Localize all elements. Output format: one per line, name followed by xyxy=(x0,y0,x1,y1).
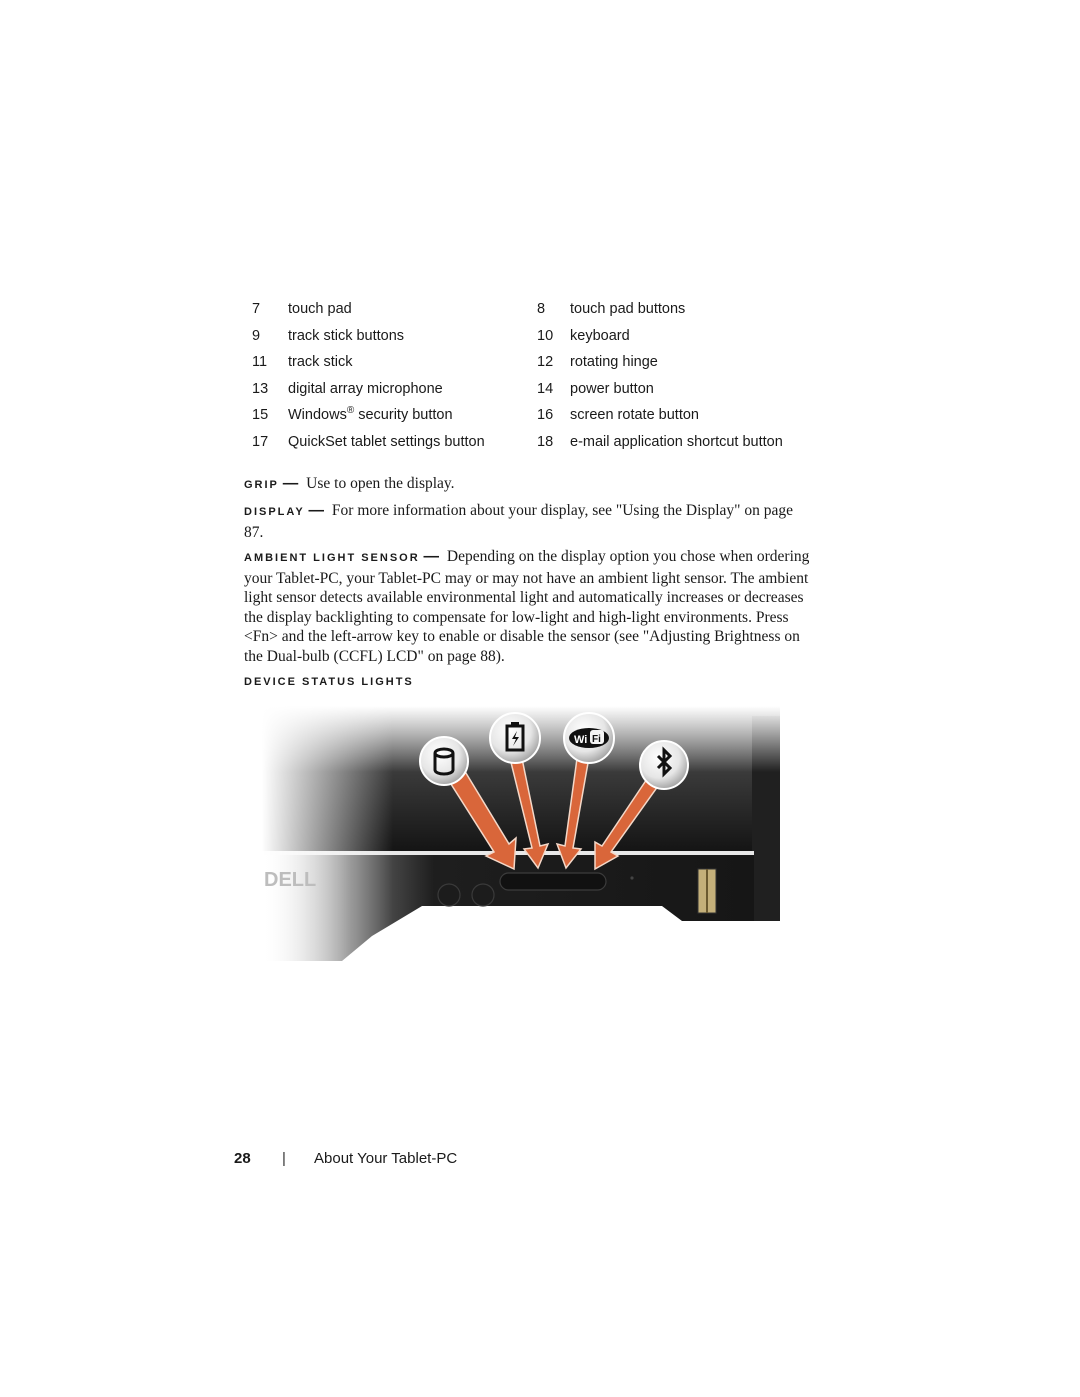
ambient-light-sensor-description: AMBIENT LIGHT SENSOR — Depending on the … xyxy=(244,547,814,666)
callout-label-windows: Windows® security button xyxy=(288,406,453,424)
callout-number: 10 xyxy=(537,327,554,344)
callout-number: 7 xyxy=(252,301,261,317)
wifi-text-wi: Wi xyxy=(574,734,587,746)
rotate-button xyxy=(471,883,495,907)
em-dash: — xyxy=(282,475,299,492)
callout-label: QuickSet tablet settings button xyxy=(288,433,485,450)
callout-number: 16 xyxy=(537,407,554,423)
callout-label: power button xyxy=(570,380,654,397)
em-dash: — xyxy=(423,548,440,565)
callout-label: track stick xyxy=(288,354,353,370)
device-status-lights-heading: DEVICE STATUS LIGHTS xyxy=(244,676,414,688)
callout-number: 18 xyxy=(537,433,554,450)
label-text: Windows xyxy=(288,407,347,423)
footer-separator: | xyxy=(282,1150,286,1167)
callout-legend: 7 touch pad 8 touch pad buttons 9 track … xyxy=(252,301,812,460)
callout-number: 8 xyxy=(537,301,546,317)
callout-number: 12 xyxy=(537,354,554,370)
callout-label: touch pad xyxy=(288,301,352,317)
wifi-bubble: Wi Fi xyxy=(563,712,615,764)
page-number: 28 xyxy=(234,1150,251,1167)
grip-text: Use to open the display. xyxy=(306,475,455,492)
callout-number: 15 xyxy=(252,407,269,423)
chapter-title: About Your Tablet-PC xyxy=(314,1150,458,1167)
callout-number: 11 xyxy=(252,354,268,370)
label-suffix: security button xyxy=(354,407,453,423)
term-ambient-light-sensor: AMBIENT LIGHT SENSOR xyxy=(244,552,420,564)
callout-label: rotating hinge xyxy=(570,354,658,370)
ambient-text: Depending on the display option you chos… xyxy=(244,548,810,665)
callout-label: keyboard xyxy=(570,327,630,344)
security-button xyxy=(437,883,461,907)
callout-label: screen rotate button xyxy=(570,407,699,423)
term-grip: GRIP xyxy=(244,479,279,491)
callout-number: 13 xyxy=(252,380,269,397)
figure-illustration: DELL Wi Fi xyxy=(262,706,786,970)
callout-label: touch pad buttons xyxy=(570,301,686,317)
callout-number: 14 xyxy=(537,380,554,397)
legend-row: 15 Windows® security button 16 screen ro… xyxy=(252,406,812,434)
brand-logo: DELL xyxy=(264,869,316,891)
wifi-icon: Wi Fi xyxy=(569,728,609,748)
hard-drive-bubble xyxy=(419,736,469,786)
battery-bubble xyxy=(489,712,541,764)
legend-row: 17 QuickSet tablet settings button 18 e-… xyxy=(252,434,812,461)
legend-row: 9 track stick buttons 10 keyboard xyxy=(252,328,812,355)
wifi-text-fi: Fi xyxy=(592,734,601,745)
callout-number: 17 xyxy=(252,433,269,450)
callout-label: digital array microphone xyxy=(288,380,443,397)
callout-label: e-mail application shortcut button xyxy=(570,433,783,450)
device-status-lights-figure: DELL Wi Fi xyxy=(262,706,786,970)
term-display: DISPLAY xyxy=(244,506,305,518)
bluetooth-bubble xyxy=(639,740,689,790)
status-light-bar xyxy=(499,872,607,891)
legend-row: 13 digital array microphone 14 power but… xyxy=(252,381,812,408)
display-description: DISPLAY — For more information about you… xyxy=(244,501,814,542)
grip-description: GRIP — Use to open the display. xyxy=(244,474,814,496)
display-text: For more information about your display,… xyxy=(244,502,793,541)
em-dash: — xyxy=(308,502,325,519)
ambient-sensor-dot xyxy=(630,876,634,880)
callout-label: track stick buttons xyxy=(288,327,405,344)
legend-row: 7 touch pad 8 touch pad buttons xyxy=(252,301,812,328)
callout-number: 9 xyxy=(252,327,261,344)
legend-row: 11 track stick 12 rotating hinge xyxy=(252,354,812,381)
